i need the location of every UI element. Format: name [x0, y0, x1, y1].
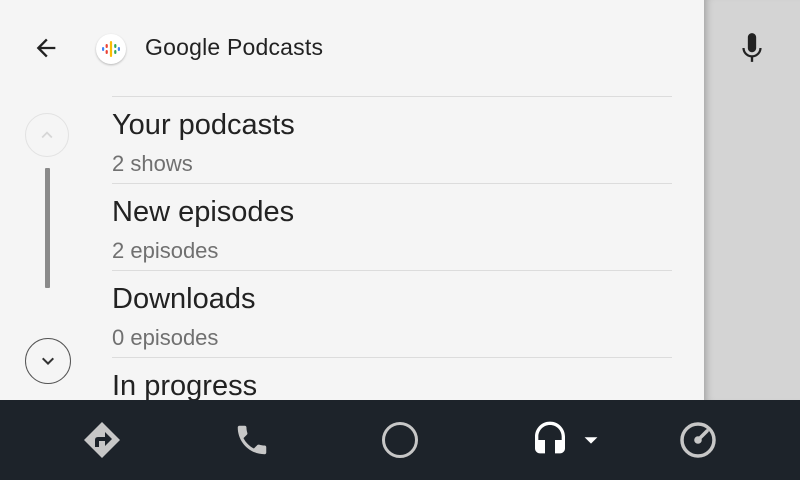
headphones-icon [535, 421, 565, 454]
google-podcasts-icon [96, 34, 126, 64]
scrollbar-thumb[interactable] [45, 168, 50, 288]
arrow-back-icon [36, 38, 56, 58]
list-item-title: Your podcasts [112, 109, 295, 141]
list-item-title: New episodes [112, 196, 295, 228]
list-item-title: In progress [112, 370, 258, 400]
home-circle-icon [382, 422, 418, 458]
app-title: Google Podcasts [145, 34, 324, 60]
navigation-icon [84, 422, 120, 458]
dashboard-button[interactable] [674, 416, 722, 464]
dashboard-icon [680, 422, 716, 458]
list-item-subtitle: 2 episodes [112, 238, 219, 263]
list-item-title: Downloads [112, 283, 256, 315]
phone-icon [237, 425, 267, 455]
bottom-nav-bar [0, 400, 800, 480]
media-button[interactable] [526, 416, 606, 464]
scroll-up-button[interactable] [25, 113, 69, 157]
scroll-down-button[interactable] [25, 338, 71, 384]
list-item-new-episodes[interactable]: New episodes 2 episodes [112, 183, 672, 270]
chevron-down-icon [42, 357, 54, 365]
navigation-button[interactable] [78, 416, 126, 464]
chevron-up-icon [41, 131, 53, 139]
list-item-subtitle: 0 episodes [112, 325, 219, 350]
podcast-menu-list: Your podcasts 2 shows New episodes 2 epi… [112, 96, 672, 400]
list-item-your-podcasts[interactable]: Your podcasts 2 shows [112, 96, 672, 183]
voice-search-button[interactable] [734, 28, 770, 68]
microphone-icon [742, 33, 762, 62]
home-button[interactable] [376, 416, 424, 464]
list-item-subtitle: 2 shows [112, 151, 193, 176]
list-item-downloads[interactable]: Downloads 0 episodes [112, 270, 672, 357]
content-panel: Google Podcasts Your podcasts 2 shows Ne… [0, 0, 704, 400]
back-button[interactable] [28, 30, 64, 66]
phone-button[interactable] [228, 416, 276, 464]
dropdown-arrow-icon [584, 437, 598, 444]
list-item-in-progress[interactable]: In progress [112, 357, 672, 400]
